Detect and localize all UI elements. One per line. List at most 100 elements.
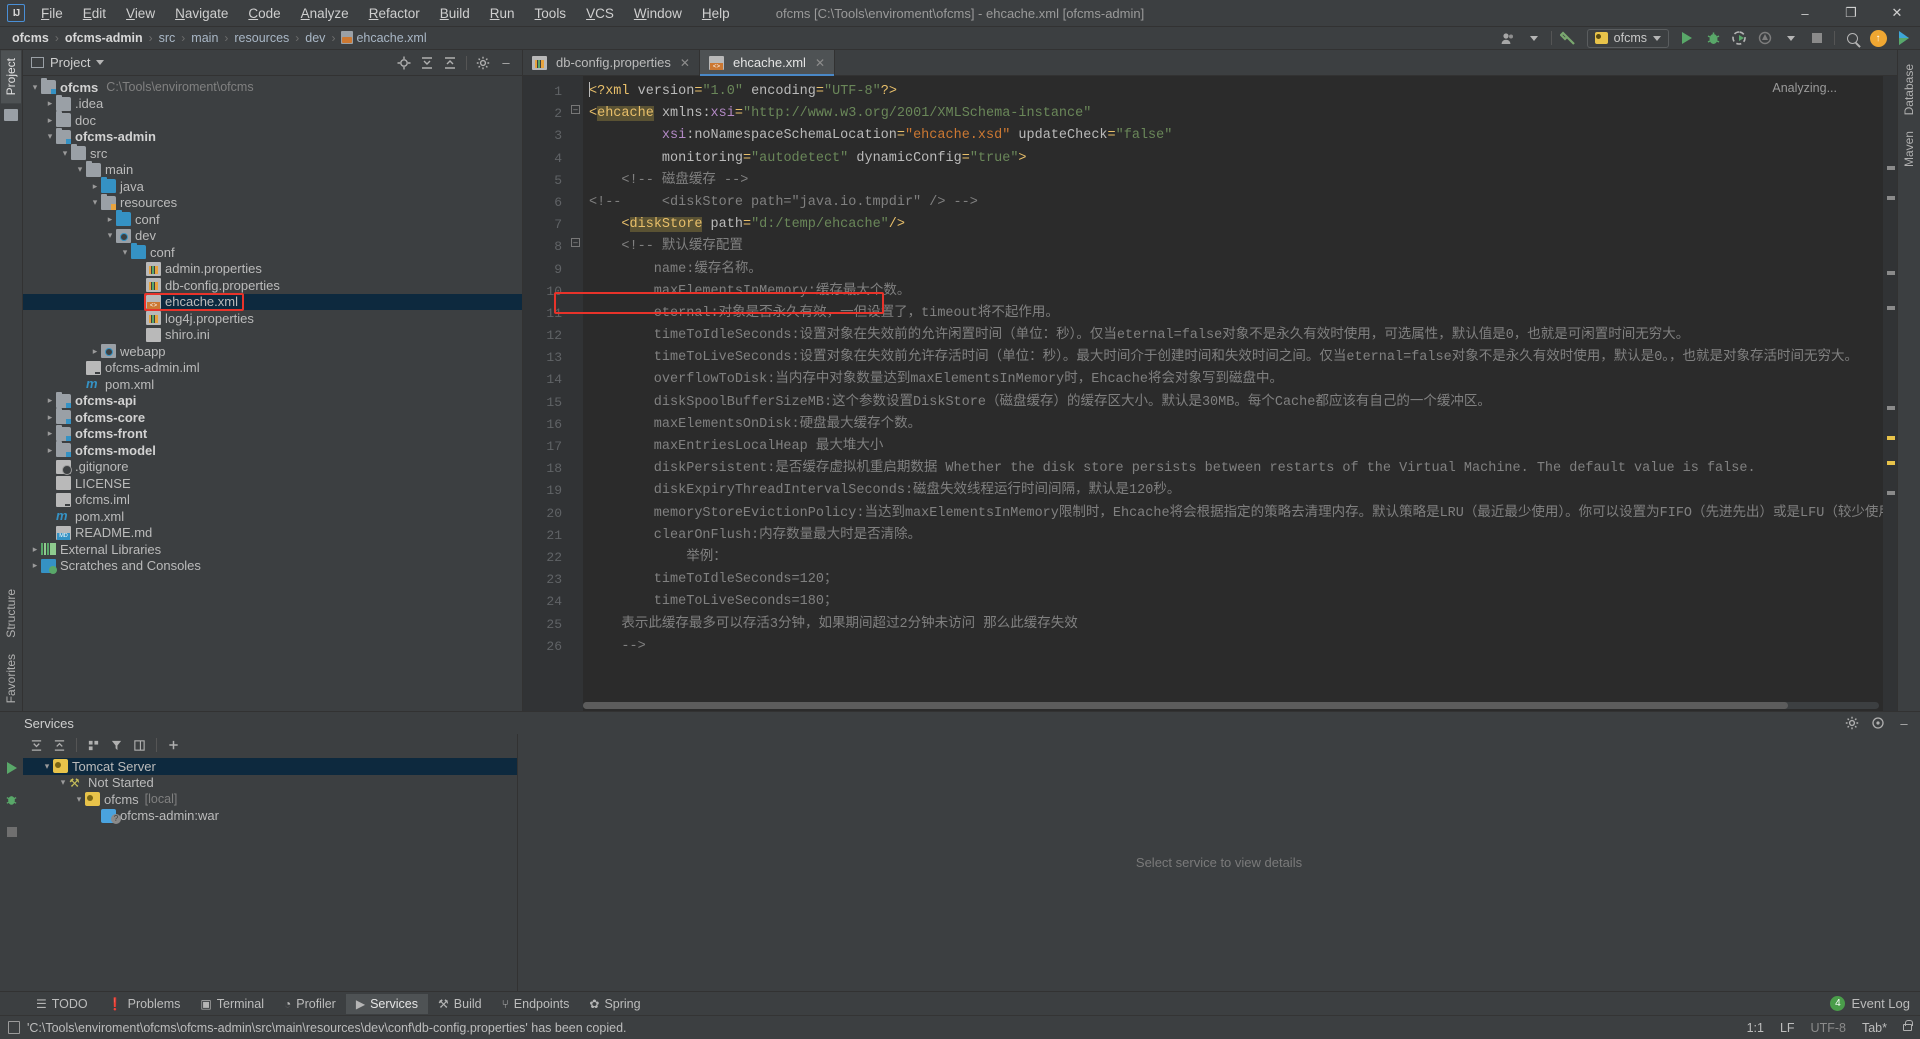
settings-icon[interactable] xyxy=(473,53,493,73)
tree-row[interactable]: ▸ .idea xyxy=(23,94,522,113)
editor-tab-ehcache-xml[interactable]: ehcache.xml ✕ xyxy=(699,50,836,76)
close-button[interactable]: ✕ xyxy=(1874,0,1920,27)
menu-item-analyze[interactable]: Analyze xyxy=(291,3,359,24)
chevron-down-icon[interactable] xyxy=(1779,28,1803,49)
breadcrumb-item-resources[interactable]: resources xyxy=(230,30,293,46)
tree-row[interactable]: ▸ ofcms-model xyxy=(23,441,522,459)
tool-window-services[interactable]: ▶ Services xyxy=(345,993,429,1014)
run-icon[interactable] xyxy=(2,758,21,777)
chevron-right-icon[interactable]: ▸ xyxy=(29,544,41,555)
code-line-14[interactable]: overflowToDisk:当内存中对象数量达到maxElementsInMe… xyxy=(583,369,1883,391)
tree-row[interactable]: ▸ java xyxy=(23,177,522,195)
tree-row[interactable]: admin.properties xyxy=(23,261,522,278)
tool-window-terminal[interactable]: ▣ Terminal xyxy=(190,994,274,1014)
editor-tab-db-config-properties[interactable]: db-config.properties ✕ xyxy=(523,50,700,75)
expand-all-icon[interactable] xyxy=(417,53,437,73)
code-line-10[interactable]: maxElementsInMemory:缓存最大个数。 xyxy=(583,281,1883,303)
fold-gutter[interactable]: – – xyxy=(569,76,583,711)
maximize-button[interactable]: ❐ xyxy=(1828,0,1874,27)
chevron-down-icon[interactable]: ▾ xyxy=(74,164,86,175)
chevron-down-icon[interactable]: ▾ xyxy=(89,197,101,208)
services-tree[interactable]: ▾ Tomcat Server ▾ ⚒ Not Started ▾ ofcms [local]… xyxy=(23,756,517,991)
tree-row[interactable]: ▸ External Libraries xyxy=(23,541,522,558)
tree-row[interactable]: .gitignore xyxy=(23,459,522,476)
debug-icon[interactable] xyxy=(2,790,21,809)
breadcrumb-item-ehcache-xml[interactable]: ehcache.xml xyxy=(337,30,430,46)
services-tree-row[interactable]: ▾ ofcms [local] xyxy=(23,791,517,808)
tree-row[interactable]: ▸ ofcms-front xyxy=(23,424,522,443)
collapse-all-icon[interactable] xyxy=(440,53,460,73)
code-line-18[interactable]: diskPersistent:是否缓存虚拟机重启期数据 Whether the … xyxy=(583,458,1883,480)
code-line-15[interactable]: diskSpoolBufferSizeMB:这个参数设置DiskStore（磁盘… xyxy=(583,392,1883,414)
hide-panel-icon[interactable]: – xyxy=(1894,713,1914,733)
code-line-12[interactable]: timeToIdleSeconds:设置对象在失效前的允许闲置时间（单位：秒）。… xyxy=(583,325,1883,347)
menu-item-tools[interactable]: Tools xyxy=(525,3,577,24)
code-line-3[interactable]: xsi:noNamespaceSchemaLocation="ehcache.x… xyxy=(583,125,1883,147)
chevron-right-icon[interactable]: ▸ xyxy=(44,428,56,439)
sidebar-item-maven[interactable]: Maven xyxy=(1899,123,1919,175)
chevron-down-icon[interactable]: ▾ xyxy=(119,247,131,258)
menu-item-file[interactable]: File xyxy=(31,3,73,24)
chevron-down-icon[interactable]: ▾ xyxy=(41,761,53,772)
chevron-down-icon[interactable]: ▾ xyxy=(57,777,69,788)
tree-row[interactable]: ehcache.xml xyxy=(23,293,522,310)
menu-item-build[interactable]: Build xyxy=(430,3,480,24)
filter-icon[interactable] xyxy=(107,736,126,755)
tree-row[interactable]: ▾ ofcms C:\Tools\enviroment\ofcms xyxy=(23,78,522,96)
hammer-icon[interactable] xyxy=(1557,28,1581,49)
tree-row[interactable]: m pom.xml xyxy=(23,508,522,525)
menu-item-view[interactable]: View xyxy=(116,3,165,24)
tool-window-todo[interactable]: ☰ TODO xyxy=(26,994,98,1014)
folder-icon[interactable] xyxy=(4,109,18,122)
close-icon[interactable]: ✕ xyxy=(815,56,825,70)
code-line-6[interactable]: <!-- <diskStore path="java.io.tmpdir" />… xyxy=(583,192,1883,214)
tree-row[interactable]: ▸ webapp xyxy=(23,343,522,360)
tree-row[interactable]: ▸ ofcms-core xyxy=(23,408,522,426)
code-line-4[interactable]: monitoring="autodetect" dynamicConfig="t… xyxy=(583,148,1883,170)
fold-marker[interactable]: – xyxy=(571,105,580,114)
add-service-icon[interactable] xyxy=(164,736,183,755)
caret-position[interactable]: 1:1 xyxy=(1747,1021,1764,1035)
expand-all-icon[interactable] xyxy=(27,736,46,755)
update-project-icon[interactable]: ↑ xyxy=(1866,28,1890,49)
tree-row[interactable]: ofcms-admin.iml xyxy=(23,360,522,377)
services-tree-row[interactable]: ▾ ⚒ Not Started xyxy=(23,775,517,792)
chevron-right-icon[interactable]: ▸ xyxy=(44,98,56,109)
project-tree[interactable]: ▾ ofcms C:\Tools\enviroment\ofcms ▸ .idea ▸ do… xyxy=(23,76,522,711)
chevron-down-icon[interactable]: ▾ xyxy=(73,794,85,805)
locate-icon[interactable] xyxy=(394,53,414,73)
event-log-area[interactable]: 4 Event Log xyxy=(1830,996,1920,1011)
code-line-9[interactable]: name:缓存名称。 xyxy=(583,259,1883,281)
tool-window-profiler[interactable]: ◔ Profiler xyxy=(274,994,346,1014)
tree-row[interactable]: ▸ conf xyxy=(23,210,522,228)
code-line-17[interactable]: maxEntriesLocalHeap 最大堆大小 xyxy=(583,436,1883,458)
code-area[interactable]: <?xml version="1.0" encoding="UTF-8"?> <e… xyxy=(583,76,1883,711)
code-line-2[interactable]: <ehcache xmlns:xsi="http://www.w3.org/20… xyxy=(583,103,1883,125)
tree-row[interactable]: db-config.properties xyxy=(23,277,522,294)
menu-item-refactor[interactable]: Refactor xyxy=(359,3,430,24)
horizontal-scrollbar[interactable] xyxy=(583,702,1879,709)
tree-row[interactable]: ▾ resources xyxy=(23,193,522,212)
tree-row[interactable]: README.md xyxy=(23,525,522,542)
user-icon[interactable] xyxy=(1496,28,1520,49)
debug-button[interactable] xyxy=(1701,28,1725,49)
code-line-21[interactable]: clearOnFlush:内存数量最大时是否清除。 xyxy=(583,525,1883,547)
menu-item-navigate[interactable]: Navigate xyxy=(165,3,238,24)
code-line-7[interactable]: <diskStore path="d:/temp/ehcache"/> xyxy=(583,214,1883,236)
chevron-down-icon[interactable] xyxy=(1522,28,1546,49)
menu-item-run[interactable]: Run xyxy=(480,3,525,24)
sidebar-item-project[interactable]: Project xyxy=(1,50,21,104)
tool-window-problems[interactable]: ❗ Problems xyxy=(98,994,191,1014)
tree-row[interactable]: ▾ dev xyxy=(23,228,522,245)
chevron-right-icon[interactable]: ▸ xyxy=(44,115,56,126)
indent-setting[interactable]: Tab* xyxy=(1862,1021,1887,1035)
tree-row[interactable]: LICENSE xyxy=(23,475,522,492)
code-line-13[interactable]: timeToLiveSeconds:设置对象在失效前允许存活时间（单位：秒）。最… xyxy=(583,347,1883,369)
code-line-22[interactable]: 举例： xyxy=(583,547,1883,569)
search-everywhere-icon[interactable] xyxy=(1840,28,1864,49)
close-icon[interactable]: ✕ xyxy=(680,56,690,70)
tree-row[interactable]: ▸ ofcms-api xyxy=(23,391,522,410)
chevron-right-icon[interactable]: ▸ xyxy=(89,346,101,357)
stop-icon[interactable] xyxy=(2,822,21,841)
breadcrumb-item-ofcms[interactable]: ofcms xyxy=(8,30,53,46)
